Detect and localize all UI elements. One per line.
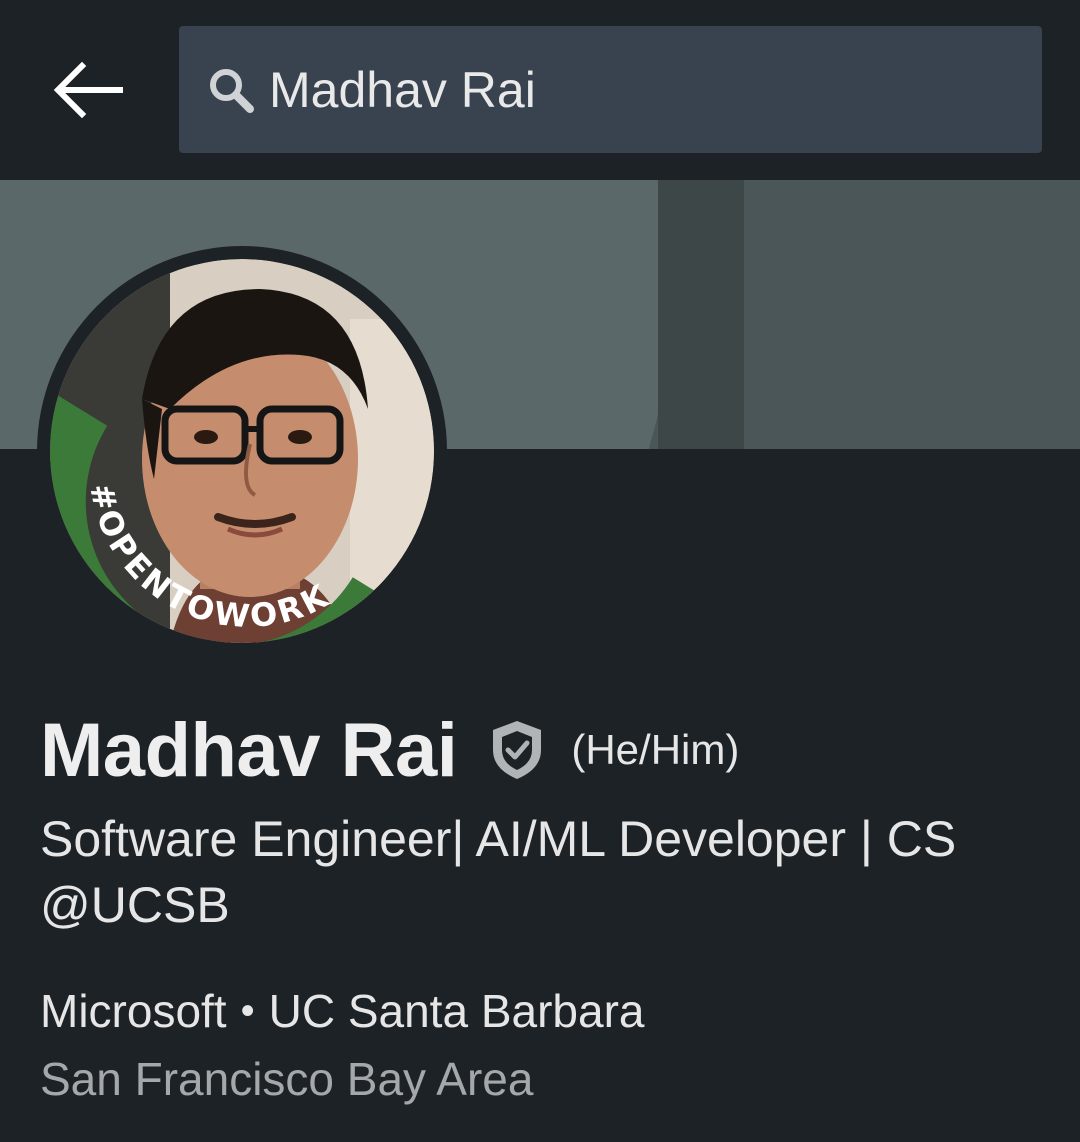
- banner-band: [658, 180, 744, 449]
- top-bar: [0, 0, 1080, 180]
- verified-shield-icon[interactable]: [487, 717, 547, 783]
- search-box[interactable]: [179, 26, 1042, 153]
- avatar[interactable]: #OPENTOWORK: [37, 246, 447, 656]
- profile-name-row: Madhav Rai (He/Him): [40, 700, 739, 800]
- arrow-left-icon: [53, 61, 123, 119]
- profile-photo: #OPENTOWORK: [50, 259, 434, 643]
- school-name[interactable]: UC Santa Barbara: [269, 984, 645, 1038]
- separator-dot: •: [240, 988, 255, 1033]
- back-button[interactable]: [40, 50, 136, 130]
- current-position: Microsoft • UC Santa Barbara: [40, 984, 644, 1038]
- profile-name: Madhav Rai: [40, 707, 458, 793]
- search-icon: [207, 66, 255, 114]
- profile-location: San Francisco Bay Area: [40, 1053, 534, 1105]
- company-name[interactable]: Microsoft: [40, 984, 227, 1038]
- search-input[interactable]: [269, 60, 989, 119]
- pronouns: (He/Him): [571, 726, 740, 773]
- profile-headline: Software Engineer| AI/ML Developer | CS …: [40, 811, 957, 933]
